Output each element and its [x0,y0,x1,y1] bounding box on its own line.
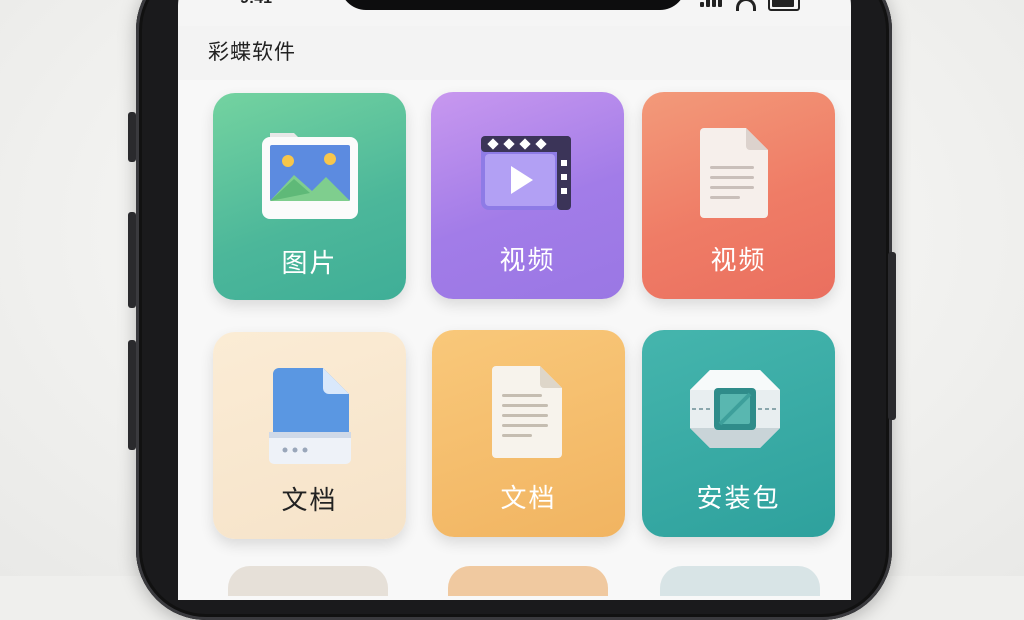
side-button [128,212,136,308]
tile-label: 安装包 [696,484,781,514]
side-button [128,112,136,162]
tile-label: 视频 [499,246,556,276]
tile-label: 图片 [281,249,338,279]
side-button [888,252,896,420]
package-icon [690,370,780,448]
file-drive-icon [269,368,351,464]
camera-notch [340,0,686,10]
tile-label: 视频 [710,246,767,276]
tile-partial[interactable] [448,566,608,596]
video-icon [481,136,571,210]
tile-partial[interactable] [228,566,388,596]
page-title: 彩蝶软件 [208,40,296,64]
battery-icon [768,0,800,11]
side-button [128,340,136,450]
tile-photos[interactable]: 图片 [213,93,406,300]
app-header: 彩蝶软件 [178,26,851,81]
status-icons [700,0,800,11]
document-icon [492,366,562,458]
tile-partial[interactable] [660,566,820,596]
tile-documents[interactable]: 文档 [213,332,406,539]
wifi-icon [736,0,756,11]
tile-label: 文档 [500,484,557,514]
tile-video-2[interactable]: 视频 [642,92,835,299]
photo-icon [262,133,358,219]
tile-label: 文档 [281,486,338,516]
status-time: 9:41 [240,0,272,8]
document-icon [700,128,768,218]
tile-install-package[interactable]: 安装包 [642,330,835,537]
signal-icon [700,0,724,11]
tile-video[interactable]: 视频 [431,92,624,299]
tile-documents-2[interactable]: 文档 [432,330,625,537]
